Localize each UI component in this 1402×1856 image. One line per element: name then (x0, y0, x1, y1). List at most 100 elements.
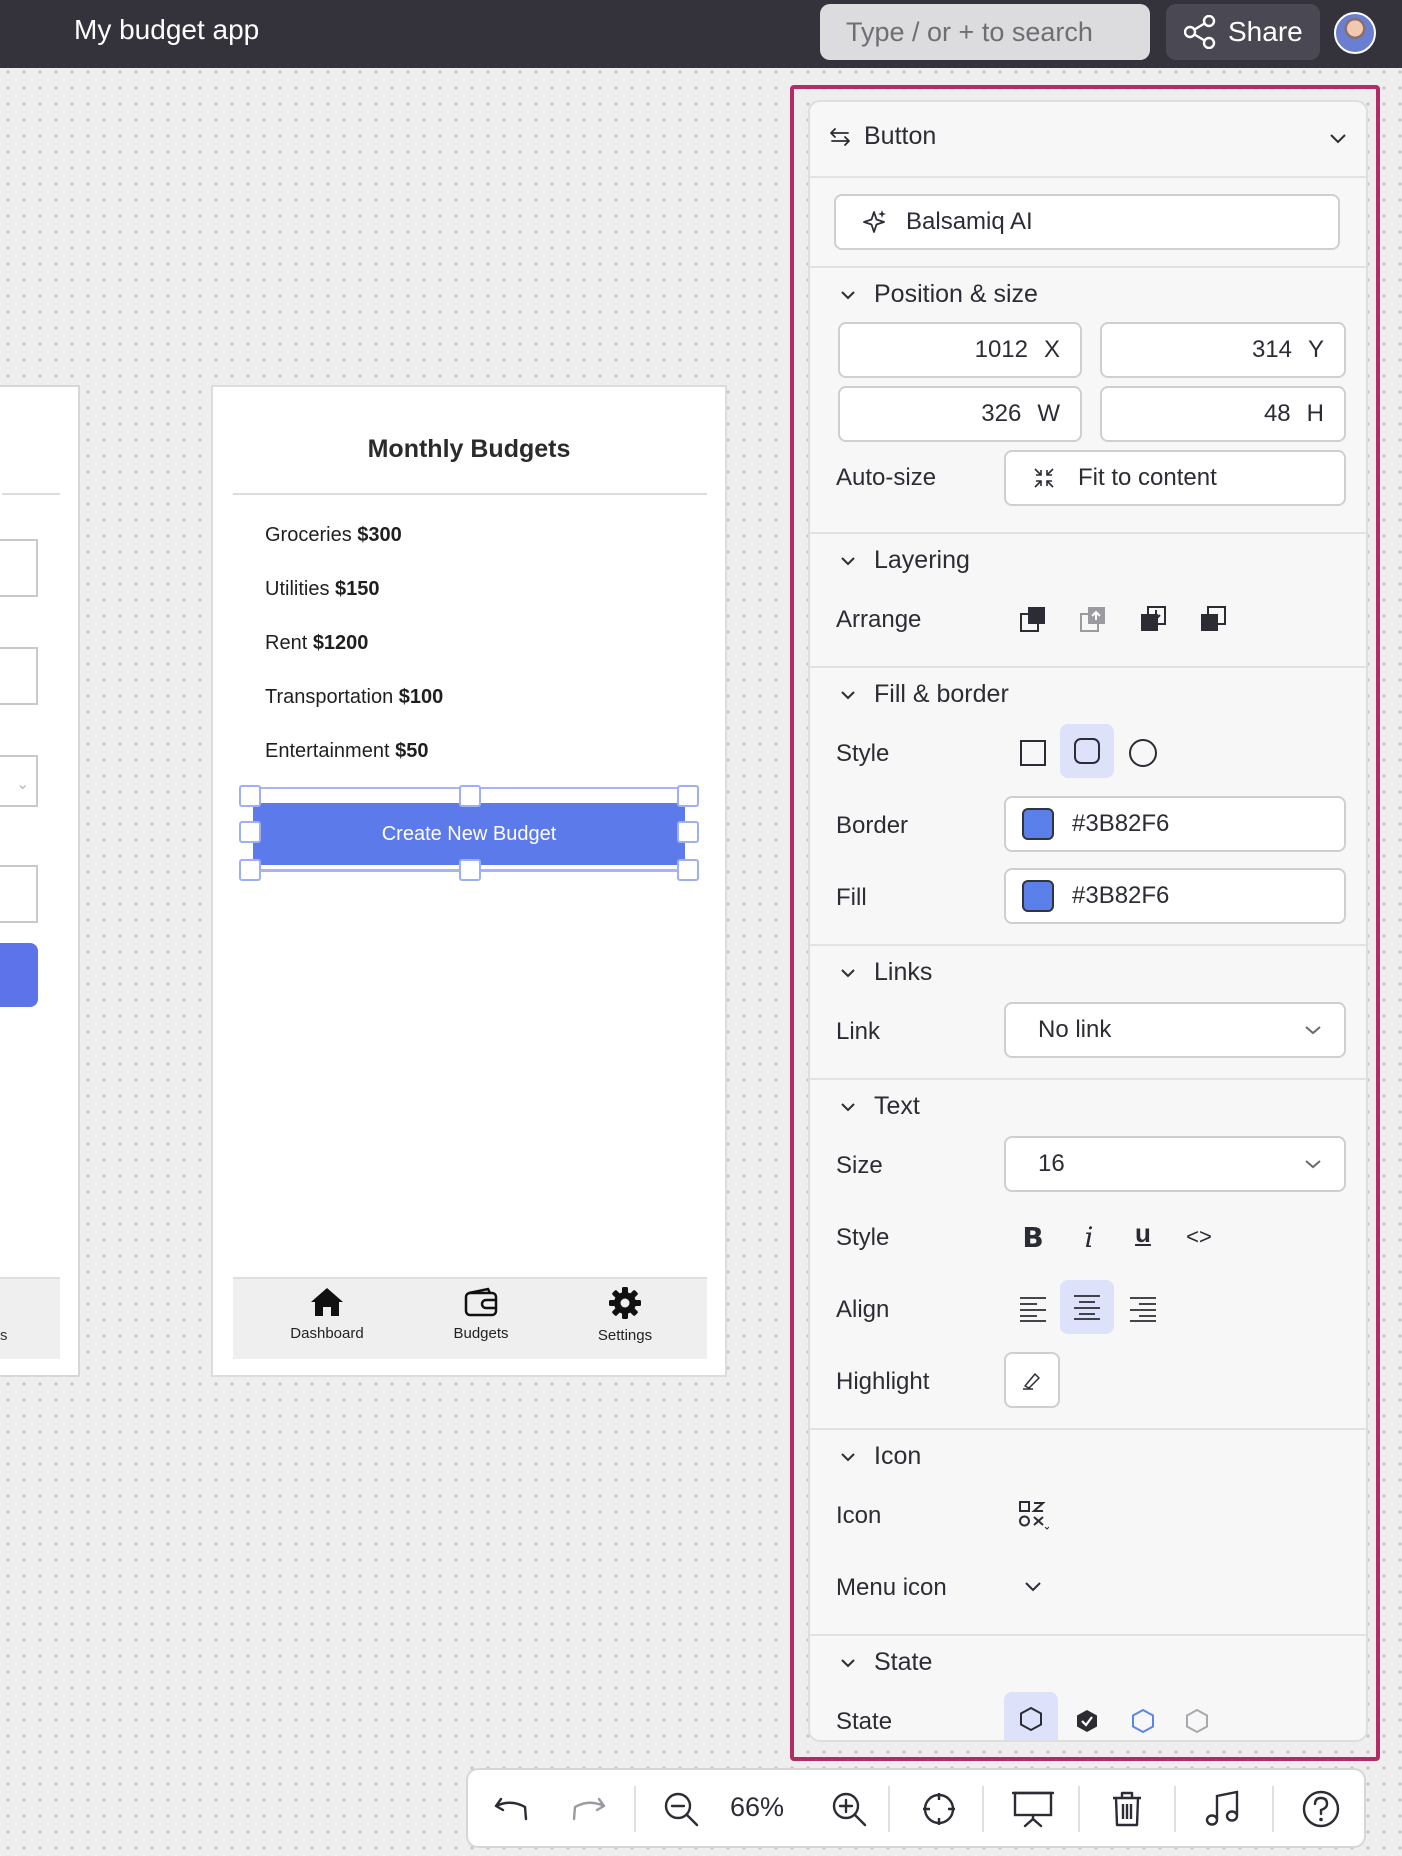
recenter-button[interactable] (912, 1782, 966, 1836)
balsamiq-ai-button[interactable]: Balsamiq AI (834, 194, 1340, 250)
resize-handle[interactable] (459, 785, 481, 807)
chevron-down-icon (841, 290, 855, 299)
section-title: Links (874, 958, 933, 986)
bold-button[interactable]: B (1006, 1210, 1060, 1264)
music-button[interactable] (1196, 1782, 1250, 1836)
zoom-out-button[interactable] (654, 1782, 708, 1836)
state-normal-button[interactable] (1004, 1692, 1058, 1740)
resize-handle[interactable] (239, 821, 261, 843)
fill-color-field[interactable]: #3B82F6 (1004, 868, 1346, 924)
item-name: Rent (265, 632, 308, 654)
state-disabled-button[interactable] (1170, 1694, 1224, 1740)
avatar[interactable] (1334, 12, 1376, 54)
section-header[interactable]: Links (840, 958, 932, 987)
y-field[interactable]: 314 Y (1100, 322, 1346, 378)
input-box[interactable] (0, 865, 38, 923)
chevron-down-icon (841, 690, 855, 699)
state-selected-button[interactable] (1060, 1694, 1114, 1740)
bring-to-front-icon (1020, 607, 1045, 632)
item-amount: $150 (335, 578, 380, 600)
icon-picker-icon (1019, 1501, 1049, 1530)
icon-picker-button[interactable] (1006, 1488, 1060, 1542)
bring-forward-icon (1080, 607, 1105, 632)
list-item[interactable]: Utilities $150 (265, 578, 380, 601)
bottom-nav (0, 1277, 60, 1359)
wireframe-frame-partial[interactable]: ⌄ s (0, 385, 80, 1377)
list-item[interactable]: Groceries $300 (265, 524, 402, 547)
menu-icon-dropdown[interactable] (1006, 1560, 1060, 1614)
align-right-button[interactable] (1116, 1282, 1170, 1336)
top-bar: My budget app Type / or + to search Shar… (0, 0, 1402, 68)
size-label: Size (836, 1152, 883, 1179)
link-value: No link (1038, 1016, 1112, 1043)
resize-handle[interactable] (677, 821, 699, 843)
section-header[interactable]: Position & size (840, 280, 1038, 309)
delete-button[interactable] (1100, 1782, 1154, 1836)
section-title: Icon (874, 1442, 922, 1470)
resize-handle[interactable] (677, 785, 699, 807)
undo-button[interactable] (484, 1782, 538, 1836)
search-input[interactable]: Type / or + to search (820, 4, 1150, 60)
style-circle-button[interactable] (1116, 726, 1170, 780)
zoom-level[interactable]: 66% (730, 1792, 784, 1823)
section-header[interactable]: Text (840, 1092, 920, 1121)
state-focused-button[interactable] (1116, 1694, 1170, 1740)
redo-button[interactable] (562, 1782, 616, 1836)
width-field[interactable]: 326 W (838, 386, 1082, 442)
height-field[interactable]: 48 H (1100, 386, 1346, 442)
list-item[interactable]: Transportation $100 (265, 686, 443, 709)
align-left-button[interactable] (1006, 1282, 1060, 1336)
share-button[interactable]: Share (1166, 4, 1320, 60)
zoom-in-button[interactable] (822, 1782, 876, 1836)
align-center-button[interactable] (1060, 1280, 1114, 1334)
send-backward-icon (1141, 606, 1166, 631)
resize-handle[interactable] (459, 859, 481, 881)
section-header[interactable]: Fill & border (840, 680, 1009, 709)
border-color-field[interactable]: #3B82F6 (1004, 796, 1346, 852)
list-item[interactable]: Entertainment $50 (265, 740, 428, 763)
fit-to-content-button[interactable]: Fit to content (1004, 450, 1346, 506)
resize-handle[interactable] (239, 859, 261, 881)
tab-settings[interactable]: Settings (565, 1287, 685, 1344)
align-center-icon (1074, 1295, 1100, 1320)
presentation-icon (1012, 1791, 1054, 1828)
tab-budgets[interactable]: Budgets (421, 1287, 541, 1342)
tab-label: Settings (597, 1327, 653, 1344)
bring-forward-button[interactable] (1066, 592, 1120, 646)
send-to-back-button[interactable] (1186, 592, 1240, 646)
icon-section: Icon Icon Menu icon (810, 1428, 1366, 1634)
code-button[interactable]: <> (1172, 1210, 1226, 1264)
item-name: Groceries (265, 524, 352, 546)
text-size-dropdown[interactable]: 16 (1004, 1136, 1346, 1192)
input-box[interactable] (0, 539, 38, 597)
component-type-switcher[interactable]: Button (828, 122, 936, 151)
input-box[interactable] (0, 647, 38, 705)
list-item[interactable]: Rent $1200 (265, 632, 368, 655)
bring-to-front-button[interactable] (1006, 592, 1060, 646)
style-label: Style (836, 740, 890, 767)
highlight-button[interactable] (1004, 1352, 1060, 1408)
x-field[interactable]: 1012 X (838, 322, 1082, 378)
fit-to-content-label: Fit to content (1078, 464, 1217, 491)
style-square-button[interactable] (1006, 726, 1060, 780)
style-rounded-button[interactable] (1060, 724, 1114, 778)
section-header[interactable]: State (840, 1648, 932, 1677)
resize-handle[interactable] (677, 859, 699, 881)
partial-button[interactable] (0, 943, 38, 1007)
frame-divider (2, 493, 60, 495)
section-header[interactable]: Icon (840, 1442, 921, 1471)
present-button[interactable] (1006, 1782, 1060, 1836)
resize-handle[interactable] (239, 785, 261, 807)
ai-label: Balsamiq AI (906, 208, 1033, 235)
item-amount: $50 (395, 740, 429, 762)
section-header[interactable]: Layering (840, 546, 970, 575)
help-button[interactable] (1294, 1782, 1348, 1836)
wireframe-phone-monthly-budgets[interactable]: Monthly Budgets Groceries $300 Utilities… (211, 385, 727, 1377)
tab-dashboard[interactable]: Dashboard (267, 1287, 387, 1342)
italic-button[interactable]: i (1062, 1210, 1116, 1264)
underline-button[interactable]: u (1116, 1206, 1170, 1260)
link-dropdown[interactable]: No link (1004, 1002, 1346, 1058)
chevron-down-icon[interactable] (1328, 132, 1348, 146)
send-backward-button[interactable] (1126, 592, 1180, 646)
create-new-budget-button[interactable]: Create New Budget (253, 803, 685, 865)
